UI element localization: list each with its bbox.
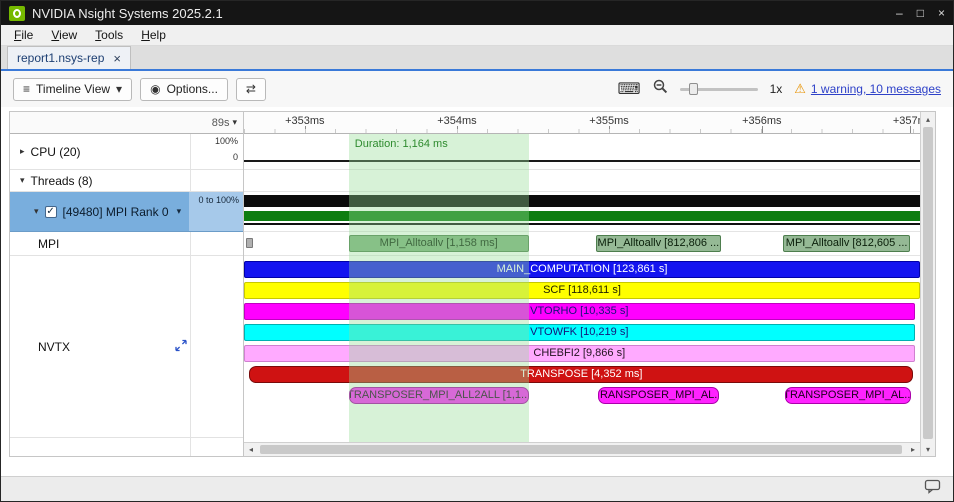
nvtx-vtorho-bar[interactable]: VTORHO [10,335 s]	[244, 303, 915, 320]
status-bar	[1, 476, 953, 501]
horizontal-scrollbar-thumb[interactable]	[260, 445, 902, 454]
cpu-scale-max: 100%	[214, 136, 238, 146]
nvtx-vtowfk-bar[interactable]: VTOWFK [10,219 s]	[244, 324, 915, 341]
nvtx-chebfi2-bar[interactable]: CHEBFI2 [9,866 s]	[244, 345, 915, 362]
rows-panel: 89s ▾ ▸ CPU (20) 100% 0 ▾ Threads (8) ▾ …	[10, 112, 244, 456]
cpu-scale: 100% 0	[189, 134, 243, 169]
view-selector-label: Timeline View	[36, 82, 111, 96]
messages-area: ⚠ 1 warning, 10 messages	[794, 81, 941, 97]
row-cpu[interactable]: ▸ CPU (20) 100% 0	[10, 134, 243, 170]
compare-button[interactable]: ⇄	[235, 77, 266, 101]
chevron-down-icon: ▾	[232, 117, 237, 127]
mpi-alltoallv-bar[interactable]: MPI_Alltoallv [1,158 ms]	[348, 235, 529, 252]
row-threads[interactable]: ▾ Threads (8)	[10, 170, 243, 192]
vertical-scrollbar[interactable]: ▴ ▾	[920, 112, 935, 456]
toolbar: ≡ Timeline View ▾ ◉ Options... ⇄ ⌨ 1x ⚠ …	[1, 71, 953, 107]
menu-help[interactable]: Help	[132, 26, 175, 44]
rank-options-caret-icon[interactable]: ▾	[177, 206, 182, 217]
nvtx-transpose-bar[interactable]: TRANSPOSE [4,352 ms]	[249, 366, 914, 383]
row-nvtx[interactable]: NVTX	[10, 256, 243, 438]
mpi-alltoallv-bar[interactable]: MPI_Alltoallv [812,806 ...	[596, 235, 721, 252]
options-label: Options...	[166, 82, 218, 96]
rank-row-label: [49480] MPI Rank 0	[62, 204, 169, 219]
minor-ticks	[244, 129, 920, 133]
cpu-row-label: CPU (20)	[30, 144, 81, 159]
ruler-tick-label: +357m	[892, 115, 920, 127]
rank-baseline	[244, 223, 920, 225]
title-bar: NVIDIA Nsight Systems 2025.2.1 – □ ×	[1, 1, 953, 25]
cpu-scale-min: 0	[232, 152, 238, 162]
row-mpi-rank[interactable]: ▾ ✓ [49480] MPI Rank 0 ▾ 0 to 100%	[10, 192, 243, 232]
mpi-event-small[interactable]	[246, 238, 253, 248]
notifications-icon[interactable]	[924, 479, 941, 499]
nvtx-transposer-bar[interactable]: TRANSPOSER_MPI_ALL2ALL [1,1...	[348, 387, 529, 404]
duration-dropdown[interactable]: 89s ▾	[10, 112, 243, 134]
options-icon: ◉	[150, 82, 161, 96]
messages-link[interactable]: 1 warning, 10 messages	[811, 82, 941, 96]
zoom-level-label: 1x	[769, 82, 783, 96]
menu-tools[interactable]: Tools	[86, 26, 132, 44]
app-window: NVIDIA Nsight Systems 2025.2.1 – □ × Fil…	[0, 0, 954, 502]
rank-scale: 0 to 100%	[189, 192, 243, 231]
tab-bar: report1.nsys-rep ×	[1, 46, 953, 71]
threads-track[interactable]	[244, 170, 920, 192]
maximize-button[interactable]: □	[917, 6, 924, 20]
rank-utilization-track[interactable]	[244, 192, 920, 232]
rank-checkbox[interactable]: ✓	[44, 205, 57, 218]
rank-state-bar	[244, 211, 920, 221]
duration-label: 89s	[211, 116, 230, 129]
collapse-arrow-icon[interactable]: ▾	[20, 175, 25, 186]
mpi-alltoallv-bar[interactable]: MPI_Alltoallv [812,605 ...	[783, 235, 910, 252]
zoom-slider[interactable]	[679, 82, 758, 96]
timeline-view: 89s ▾ ▸ CPU (20) 100% 0 ▾ Threads (8) ▾ …	[9, 111, 936, 457]
tab-close-icon[interactable]: ×	[113, 52, 121, 65]
tab-report[interactable]: report1.nsys-rep ×	[7, 46, 131, 69]
mpi-events-track[interactable]: MPI_Alltoallv [1,158 ms] MPI_Alltoallv [8…	[244, 232, 920, 256]
scroll-right-icon[interactable]: ▸	[906, 443, 920, 456]
nvtx-transposer-bar[interactable]: TRANSPOSER_MPI_AL...	[598, 387, 719, 404]
keyboard-shortcuts-icon[interactable]: ⌨	[617, 79, 640, 99]
nvidia-logo-icon	[9, 5, 25, 21]
minimize-button[interactable]: –	[896, 6, 903, 20]
scroll-left-icon[interactable]: ◂	[244, 443, 258, 456]
window-title: NVIDIA Nsight Systems 2025.2.1	[32, 5, 223, 21]
rank-cpu-usage-bar	[244, 195, 920, 207]
options-button[interactable]: ◉ Options...	[140, 77, 228, 101]
horizontal-scrollbar[interactable]: ◂ ▸	[244, 442, 920, 456]
threads-row-label: Threads (8)	[30, 173, 93, 188]
nvtx-transposer-bar[interactable]: TRANSPOSER_MPI_AL...	[785, 387, 912, 404]
nvtx-row-label: NVTX	[38, 339, 71, 354]
menu-file[interactable]: File	[5, 26, 42, 44]
nvtx-expand-icon[interactable]	[175, 339, 187, 354]
warning-icon: ⚠	[794, 81, 806, 96]
zoom-out-icon[interactable]	[653, 79, 668, 99]
zoom-slider-thumb[interactable]	[688, 83, 698, 95]
swap-arrows-icon: ⇄	[245, 82, 256, 96]
menu-view[interactable]: View	[42, 26, 86, 44]
tab-label: report1.nsys-rep	[17, 51, 105, 65]
scroll-down-icon[interactable]: ▾	[921, 442, 935, 456]
chevron-down-icon: ▾	[116, 82, 123, 96]
time-ruler[interactable]: +353ms +354ms +355ms +356ms +357m	[244, 112, 920, 134]
timeline-tracks: +353ms +354ms +355ms +356ms +357 m	[244, 112, 920, 456]
expand-arrow-icon[interactable]: ▸	[20, 146, 25, 157]
hamburger-icon: ≡	[23, 82, 31, 96]
nvtx-scf-bar[interactable]: SCF [118,611 s]	[244, 282, 920, 299]
scroll-up-icon[interactable]: ▴	[921, 112, 935, 126]
cpu-utilization-sparkline	[244, 160, 920, 162]
collapse-arrow-icon[interactable]: ▾	[34, 206, 39, 217]
mpi-row-label: MPI	[38, 236, 60, 251]
row-mpi[interactable]: MPI	[10, 232, 243, 256]
menu-bar: File View Tools Help	[1, 25, 953, 46]
nvtx-ranges-track[interactable]: MAIN_COMPUTATION [123,861 s] SCF [118,611…	[244, 256, 920, 438]
rank-scale-label: 0 to 100%	[198, 195, 239, 205]
close-button[interactable]: ×	[938, 6, 945, 20]
view-selector-dropdown[interactable]: ≡ Timeline View ▾	[13, 77, 133, 101]
cpu-utilization-track[interactable]	[244, 134, 920, 170]
vertical-scrollbar-thumb[interactable]	[923, 127, 933, 439]
nvtx-main-computation-bar[interactable]: MAIN_COMPUTATION [123,861 s]	[244, 261, 920, 278]
